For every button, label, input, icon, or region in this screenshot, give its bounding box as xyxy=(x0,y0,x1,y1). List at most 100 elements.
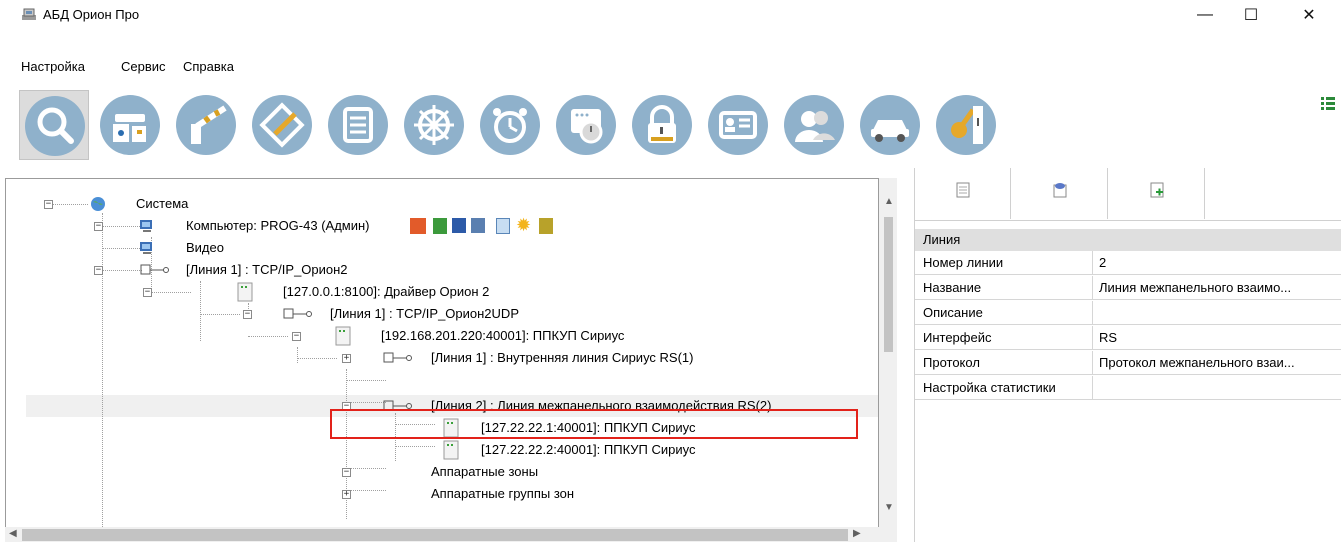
close-button[interactable]: ✕ xyxy=(1286,0,1332,30)
expand-toggle[interactable]: + xyxy=(342,490,351,499)
tree-node-line[interactable]: − [Линия 1] : TCP/IP_Орион2 xyxy=(6,259,866,281)
car-button[interactable] xyxy=(855,90,925,160)
menu-help[interactable]: Справка xyxy=(181,59,236,74)
property-value[interactable]: 2 xyxy=(1093,251,1341,275)
tree-node-label: Видео xyxy=(186,240,224,255)
tree-node-video[interactable]: Видео xyxy=(6,237,866,259)
tree-node-label: Аппаратные группы зон xyxy=(431,486,575,501)
scroll-right-icon[interactable]: ▶ xyxy=(853,528,861,539)
module-icon xyxy=(433,218,447,234)
collapse-toggle[interactable]: − xyxy=(342,468,351,477)
property-value[interactable]: Протокол межпанельного взаи... xyxy=(1093,351,1341,375)
documents-button[interactable] xyxy=(323,90,393,160)
tree-node-computer[interactable]: − Компьютер: PROG-43 (Админ) ✹ xyxy=(6,215,866,237)
property-row[interactable]: Описание xyxy=(915,301,1341,325)
property-row[interactable]: Настройка статистики xyxy=(915,376,1341,400)
minimize-icon: — xyxy=(1197,6,1213,23)
tab-properties[interactable] xyxy=(915,168,1011,219)
close-icon: ✕ xyxy=(1302,7,1316,24)
menu-bar: Настройка Сервис Справка xyxy=(0,59,1341,81)
alarm-clock-icon xyxy=(480,95,540,155)
scroll-up-icon[interactable]: ▲ xyxy=(884,196,894,207)
tab-comments[interactable] xyxy=(1012,168,1108,219)
property-row[interactable]: Номер линии 2 xyxy=(915,251,1341,275)
id-card-button[interactable] xyxy=(703,90,773,160)
line-connector-icon xyxy=(140,264,169,275)
property-row[interactable]: Интерфейс RS xyxy=(915,326,1341,350)
schedule-board-icon xyxy=(556,95,616,155)
property-name: Интерфейс xyxy=(915,326,1093,350)
collapse-toggle[interactable]: − xyxy=(292,332,301,341)
collapse-toggle[interactable]: − xyxy=(94,266,103,275)
line-connector-icon xyxy=(283,308,312,319)
scroll-down-icon[interactable]: ▼ xyxy=(884,502,894,513)
key-button[interactable] xyxy=(931,90,1001,160)
expand-toggle[interactable]: + xyxy=(342,354,351,363)
barrier-button[interactable] xyxy=(171,90,241,160)
list-view-icon[interactable] xyxy=(1320,96,1336,112)
search-icon xyxy=(25,96,85,156)
lock-button[interactable] xyxy=(627,90,697,160)
property-row[interactable]: Название Линия межпанельного взаимо... xyxy=(915,276,1341,300)
device-icon xyxy=(443,440,459,460)
property-name: Номер линии xyxy=(915,251,1093,275)
tree-node-label: [127.22.22.2:40001]: ППКУП Сириус xyxy=(481,442,696,457)
maximize-icon: ☐ xyxy=(1243,7,1259,24)
tree-node-device[interactable]: − [192.168.201.220:40001]: ППКУП Сириус xyxy=(6,325,866,347)
horizontal-scroll-thumb[interactable] xyxy=(22,529,848,541)
line-connector-icon xyxy=(383,352,412,363)
highlight-annotation xyxy=(330,409,858,439)
collapse-toggle[interactable]: − xyxy=(94,222,103,231)
tree-node-zone-groups[interactable]: + Аппаратные группы зон xyxy=(6,483,866,505)
vertical-scroll-thumb[interactable] xyxy=(884,217,893,352)
property-value[interactable] xyxy=(1093,376,1341,400)
tab-divider xyxy=(914,220,1341,221)
add-page-icon xyxy=(1150,182,1163,198)
property-value[interactable]: RS xyxy=(1093,326,1341,350)
tree-node-line[interactable]: − [Линия 1] : TCP/IP_Орион2UDP xyxy=(6,303,866,325)
property-row[interactable]: Протокол Протокол межпанельного взаи... xyxy=(915,351,1341,375)
computer-icon xyxy=(140,242,152,254)
collapse-toggle[interactable]: − xyxy=(44,200,53,209)
property-name: Название xyxy=(915,276,1093,300)
helm-button[interactable] xyxy=(399,90,469,160)
tree-node-label: [127.0.0.1:8100]: Драйвер Орион 2 xyxy=(283,284,490,299)
id-card-icon xyxy=(708,95,768,155)
tree-node-system[interactable]: − Система xyxy=(6,193,866,215)
search-button[interactable] xyxy=(19,90,89,160)
menu-service[interactable]: Сервис xyxy=(119,59,168,74)
menu-settings[interactable]: Настройка xyxy=(19,59,87,74)
monitor-icon xyxy=(452,218,466,233)
tree-node-driver[interactable]: − [127.0.0.1:8100]: Драйвер Орион 2 xyxy=(6,281,866,303)
padlock-icon xyxy=(632,95,692,155)
property-value[interactable]: Линия межпанельного взаимо... xyxy=(1093,276,1341,300)
alarm-button[interactable] xyxy=(475,90,545,160)
collapse-toggle[interactable]: − xyxy=(243,310,252,319)
globe-icon xyxy=(91,197,105,211)
property-value[interactable] xyxy=(1093,301,1341,325)
tree-node-device[interactable]: [127.22.22.2:40001]: ППКУП Сириус xyxy=(6,439,866,461)
tree-view[interactable]: − Система − Компьютер: PROG-43 (Админ) ✹… xyxy=(5,178,879,542)
tree-node-label: [Линия 1] : TCP/IP_Орион2 xyxy=(186,262,348,277)
tree-node-zones[interactable]: − Аппаратные зоны xyxy=(6,461,866,483)
tree-node-label: [Линия 1] : Внутренняя линия Сириус RS(1… xyxy=(431,350,694,365)
property-name: Протокол xyxy=(915,351,1093,375)
collapse-toggle[interactable]: − xyxy=(143,288,152,297)
helm-wheel-icon xyxy=(404,95,464,155)
tree-node-line[interactable]: + [Линия 1] : Внутренняя линия Сириус RS… xyxy=(6,347,866,369)
device-icon xyxy=(237,282,253,302)
devices-button[interactable] xyxy=(95,90,165,160)
schedule-button[interactable] xyxy=(551,90,621,160)
toolbar xyxy=(0,86,1341,164)
plan-edit-button[interactable] xyxy=(247,90,317,160)
document-list-icon xyxy=(328,95,388,155)
minimize-button[interactable]: — xyxy=(1182,0,1228,30)
tree-guide xyxy=(346,380,386,381)
tree-node-label: Компьютер: PROG-43 (Админ) xyxy=(186,218,370,233)
tab-add[interactable] xyxy=(1109,168,1205,219)
users-button[interactable] xyxy=(779,90,849,160)
maximize-button[interactable]: ☐ xyxy=(1228,0,1274,30)
property-name: Настройка статистики xyxy=(915,376,1093,400)
users-icon xyxy=(784,95,844,155)
scroll-left-icon[interactable]: ◀ xyxy=(9,528,17,539)
